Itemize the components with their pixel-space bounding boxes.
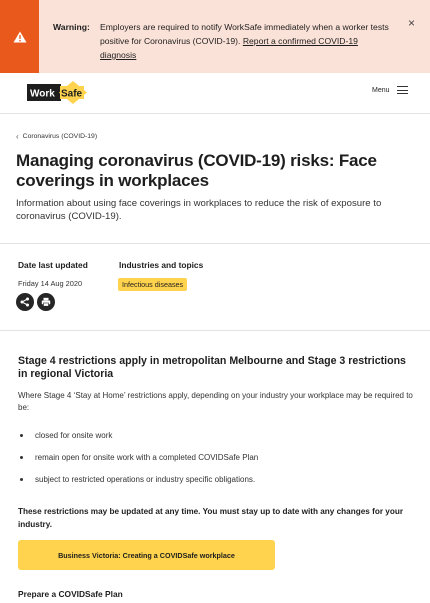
breadcrumb-link[interactable]: Coronavirus (COVID-19) <box>23 133 97 140</box>
list-item: remain open for onsite work with a compl… <box>20 453 258 462</box>
page-intro: Information about using face coverings i… <box>16 198 382 222</box>
meta-divider <box>0 330 430 331</box>
logo-text-safe: Safe <box>61 89 83 100</box>
chevron-left-icon: ‹ <box>16 132 19 141</box>
restrictions-heading: Stage 4 restrictions apply in metropolit… <box>18 355 406 380</box>
date-updated-value: Friday 14 Aug 2020 <box>18 279 83 288</box>
warning-label: Warning: <box>53 22 90 32</box>
bullet-dot <box>20 456 23 459</box>
breadcrumb[interactable]: ‹ Coronavirus (COVID-19) <box>16 132 97 141</box>
print-icon[interactable] <box>37 293 55 311</box>
close-icon[interactable]: × <box>408 17 420 29</box>
bullet-dot <box>20 434 23 437</box>
header-divider <box>0 113 430 114</box>
logo-text-work: Work <box>30 89 55 100</box>
date-updated-label: Date last updated <box>18 260 88 270</box>
topics-label: Industries and topics <box>119 260 204 270</box>
restrictions-note: These restrictions may be updated at any… <box>18 507 404 529</box>
list-item: closed for onsite work <box>20 431 112 440</box>
menu-label: Menu <box>372 86 390 94</box>
hamburger-icon <box>396 86 408 94</box>
warning-icon <box>0 0 39 73</box>
menu-button[interactable]: Menu <box>372 86 408 94</box>
list-item-text: closed for onsite work <box>35 431 113 440</box>
warning-banner: Warning: Employers are required to notify… <box>0 0 430 73</box>
list-item: subject to restricted operations or indu… <box>20 475 255 484</box>
topic-tag[interactable]: Infectious diseases <box>118 278 188 291</box>
restrictions-paragraph: Where Stage 4 ‘Stay at Home’ restriction… <box>18 391 413 412</box>
bullet-dot <box>20 478 23 481</box>
list-item-text: remain open for onsite work with a compl… <box>35 453 259 462</box>
worksafe-logo[interactable]: Work Safe <box>27 81 91 104</box>
intro-divider <box>0 243 430 244</box>
covidsafe-plan-heading: Prepare a COVIDSafe Plan <box>18 589 123 599</box>
list-item-text: subject to restricted operations or indu… <box>35 475 256 484</box>
share-icon[interactable] <box>16 293 34 311</box>
covidsafe-workplace-button[interactable]: Business Victoria: Creating a COVIDSafe … <box>18 540 275 570</box>
warning-text: Warning: Employers are required to notify… <box>53 20 398 62</box>
page-title: Managing coronavirus (COVID-19) risks: F… <box>16 151 377 190</box>
